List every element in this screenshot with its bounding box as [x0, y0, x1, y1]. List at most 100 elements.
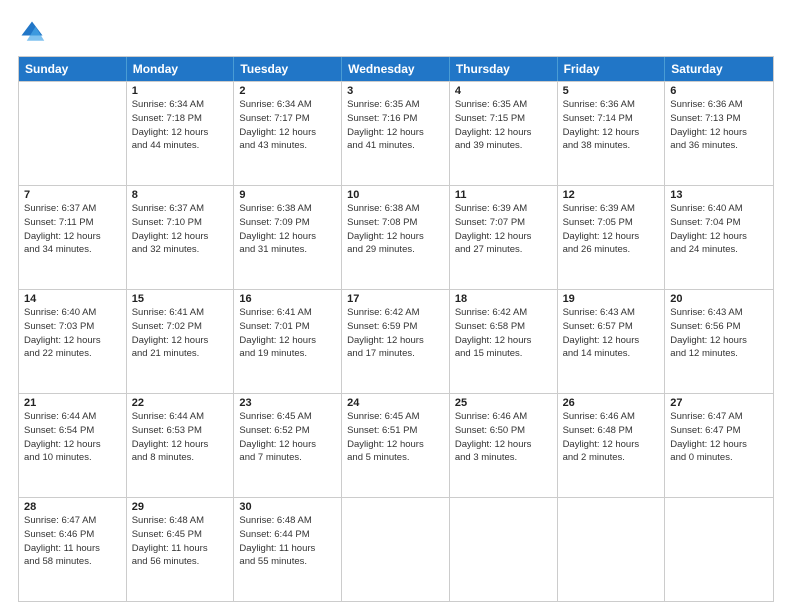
page: SundayMondayTuesdayWednesdayThursdayFrid… [0, 0, 792, 612]
cal-cell: 12Sunrise: 6:39 AMSunset: 7:05 PMDayligh… [558, 186, 666, 289]
cell-line: and 41 minutes. [347, 139, 444, 153]
cal-cell: 26Sunrise: 6:46 AMSunset: 6:48 PMDayligh… [558, 394, 666, 497]
day-number: 30 [239, 501, 336, 513]
cell-line: Sunrise: 6:42 AM [455, 306, 552, 320]
cell-line: Sunset: 7:03 PM [24, 320, 121, 334]
cell-line: Sunrise: 6:34 AM [132, 98, 229, 112]
cell-line: Sunset: 6:54 PM [24, 424, 121, 438]
day-number: 27 [670, 397, 768, 409]
header-day-thursday: Thursday [450, 57, 558, 81]
cell-line: Sunset: 7:07 PM [455, 216, 552, 230]
cell-line: Sunset: 6:47 PM [670, 424, 768, 438]
cell-line: Daylight: 12 hours [670, 334, 768, 348]
cell-line: Sunrise: 6:38 AM [347, 202, 444, 216]
cal-cell: 16Sunrise: 6:41 AMSunset: 7:01 PMDayligh… [234, 290, 342, 393]
cell-line: and 29 minutes. [347, 243, 444, 257]
cell-line: Daylight: 12 hours [239, 438, 336, 452]
day-number: 3 [347, 85, 444, 97]
cell-line: Daylight: 12 hours [670, 126, 768, 140]
cell-line: Daylight: 12 hours [347, 438, 444, 452]
cell-line: Sunset: 6:46 PM [24, 528, 121, 542]
day-number: 28 [24, 501, 121, 513]
cell-line: Sunset: 7:05 PM [563, 216, 660, 230]
cell-line: and 55 minutes. [239, 555, 336, 569]
cell-line: Sunset: 7:16 PM [347, 112, 444, 126]
cell-line: Daylight: 12 hours [132, 126, 229, 140]
day-number: 18 [455, 293, 552, 305]
cell-line: Sunset: 7:04 PM [670, 216, 768, 230]
day-number: 20 [670, 293, 768, 305]
cell-line: Sunset: 6:50 PM [455, 424, 552, 438]
cal-cell: 22Sunrise: 6:44 AMSunset: 6:53 PMDayligh… [127, 394, 235, 497]
cell-line: Sunset: 6:45 PM [132, 528, 229, 542]
cal-cell: 25Sunrise: 6:46 AMSunset: 6:50 PMDayligh… [450, 394, 558, 497]
cal-cell [342, 498, 450, 601]
cell-line: and 32 minutes. [132, 243, 229, 257]
cal-cell: 29Sunrise: 6:48 AMSunset: 6:45 PMDayligh… [127, 498, 235, 601]
cell-line: Sunset: 7:10 PM [132, 216, 229, 230]
header-day-friday: Friday [558, 57, 666, 81]
cell-line: Daylight: 12 hours [347, 126, 444, 140]
day-number: 22 [132, 397, 229, 409]
cal-cell: 23Sunrise: 6:45 AMSunset: 6:52 PMDayligh… [234, 394, 342, 497]
cell-line: Sunset: 6:58 PM [455, 320, 552, 334]
day-number: 14 [24, 293, 121, 305]
cal-cell: 7Sunrise: 6:37 AMSunset: 7:11 PMDaylight… [19, 186, 127, 289]
cell-line: Sunset: 6:52 PM [239, 424, 336, 438]
day-number: 13 [670, 189, 768, 201]
cell-line: Sunset: 7:01 PM [239, 320, 336, 334]
day-number: 6 [670, 85, 768, 97]
cal-cell [558, 498, 666, 601]
day-number: 19 [563, 293, 660, 305]
cal-cell [450, 498, 558, 601]
cell-line: Daylight: 12 hours [563, 334, 660, 348]
day-number: 10 [347, 189, 444, 201]
cell-line: Sunset: 7:13 PM [670, 112, 768, 126]
day-number: 8 [132, 189, 229, 201]
cell-line: and 2 minutes. [563, 451, 660, 465]
cal-cell: 11Sunrise: 6:39 AMSunset: 7:07 PMDayligh… [450, 186, 558, 289]
cal-cell: 27Sunrise: 6:47 AMSunset: 6:47 PMDayligh… [665, 394, 773, 497]
cell-line: Sunrise: 6:39 AM [563, 202, 660, 216]
cell-line: Daylight: 12 hours [239, 230, 336, 244]
cell-line: and 10 minutes. [24, 451, 121, 465]
cal-row-1: 1Sunrise: 6:34 AMSunset: 7:18 PMDaylight… [19, 81, 773, 185]
cell-line: Daylight: 12 hours [563, 126, 660, 140]
cell-line: and 36 minutes. [670, 139, 768, 153]
cell-line: Sunrise: 6:37 AM [132, 202, 229, 216]
cell-line: Sunset: 7:15 PM [455, 112, 552, 126]
cell-line: and 31 minutes. [239, 243, 336, 257]
cell-line: Daylight: 12 hours [455, 230, 552, 244]
cell-line: Sunrise: 6:40 AM [24, 306, 121, 320]
logo-icon [18, 18, 46, 46]
day-number: 12 [563, 189, 660, 201]
cell-line: Daylight: 11 hours [24, 542, 121, 556]
cell-line: Daylight: 12 hours [24, 230, 121, 244]
cell-line: and 39 minutes. [455, 139, 552, 153]
cell-line: Sunrise: 6:45 AM [239, 410, 336, 424]
cell-line: and 19 minutes. [239, 347, 336, 361]
day-number: 5 [563, 85, 660, 97]
calendar-body: 1Sunrise: 6:34 AMSunset: 7:18 PMDaylight… [19, 81, 773, 601]
cell-line: Daylight: 12 hours [563, 230, 660, 244]
header [18, 18, 774, 46]
cell-line: and 44 minutes. [132, 139, 229, 153]
cell-line: Daylight: 12 hours [670, 438, 768, 452]
cal-cell: 19Sunrise: 6:43 AMSunset: 6:57 PMDayligh… [558, 290, 666, 393]
cell-line: and 34 minutes. [24, 243, 121, 257]
cell-line: Sunrise: 6:39 AM [455, 202, 552, 216]
cal-cell: 13Sunrise: 6:40 AMSunset: 7:04 PMDayligh… [665, 186, 773, 289]
cal-cell: 14Sunrise: 6:40 AMSunset: 7:03 PMDayligh… [19, 290, 127, 393]
cell-line: Sunrise: 6:43 AM [670, 306, 768, 320]
cell-line: Sunrise: 6:36 AM [670, 98, 768, 112]
cell-line: Sunrise: 6:34 AM [239, 98, 336, 112]
cell-line: Daylight: 11 hours [132, 542, 229, 556]
cell-line: Sunset: 6:48 PM [563, 424, 660, 438]
cell-line: Daylight: 12 hours [455, 334, 552, 348]
cell-line: Sunset: 6:57 PM [563, 320, 660, 334]
cell-line: Daylight: 12 hours [132, 334, 229, 348]
cell-line: Sunrise: 6:44 AM [24, 410, 121, 424]
cell-line: and 15 minutes. [455, 347, 552, 361]
cell-line: and 24 minutes. [670, 243, 768, 257]
cell-line: Daylight: 12 hours [132, 438, 229, 452]
